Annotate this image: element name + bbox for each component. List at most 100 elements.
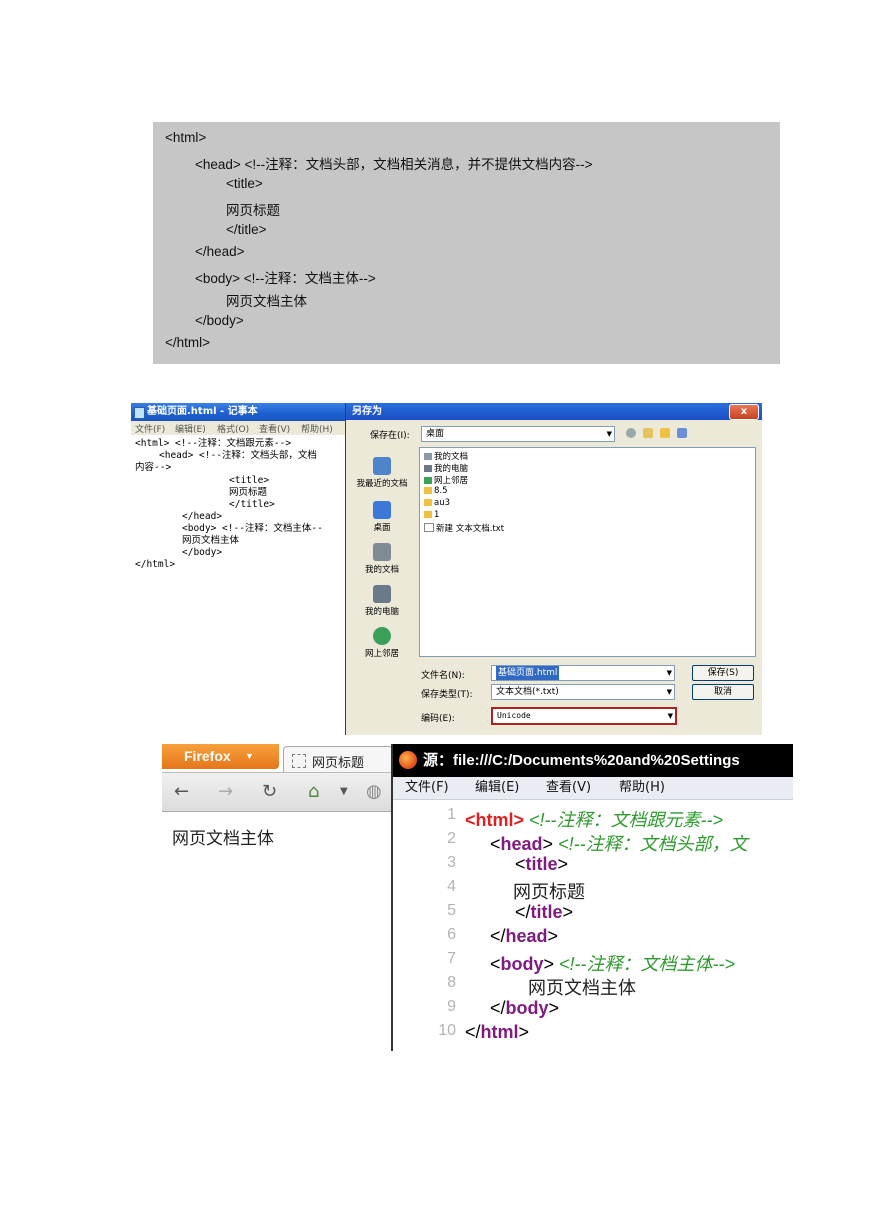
menu-file[interactable]: 文件(F) — [405, 777, 449, 799]
code-line: </body> — [195, 313, 244, 328]
folder-icon — [424, 511, 432, 518]
network-icon — [424, 477, 432, 484]
file-list[interactable]: 我的文档 我的电脑 网上邻居 8.5 au3 1 新建 文本文档.txt — [419, 447, 756, 657]
source-line: 10 </html> — [438, 1022, 530, 1042]
menu-view[interactable]: 查看(V) — [259, 422, 290, 435]
firefox-menu-button[interactable]: Firefox ▼ — [162, 744, 279, 769]
chevron-down-icon: ▼ — [667, 712, 673, 720]
view-menu-icon[interactable] — [677, 428, 687, 438]
home-icon[interactable]: ⌂ — [308, 781, 319, 802]
code-line: <html> — [165, 130, 207, 145]
list-item[interactable]: 我的文档 — [424, 450, 468, 462]
list-item[interactable]: 我的电脑 — [424, 462, 468, 474]
close-button[interactable]: x — [729, 404, 759, 420]
place-recent[interactable]: 我最近的文档 — [350, 457, 414, 489]
documents-icon — [424, 453, 432, 460]
folder-icon — [424, 487, 432, 494]
source-line: 3 <title> — [447, 854, 569, 874]
chevron-down-icon: ▼ — [245, 751, 254, 761]
menu-help[interactable]: 帮助(H) — [619, 777, 665, 799]
code-block: <html> <head> <!--注释：文档头部，文档相关消息，并不提供文档内… — [153, 122, 780, 364]
place-network[interactable]: 网上邻居 — [350, 627, 414, 659]
menu-edit[interactable]: 编辑(E) — [175, 422, 206, 435]
notepad-save-screenshot: 基础页面.html - 记事本 文件(F) 编辑(E) 格式(O) 查看(V) … — [131, 403, 762, 735]
up-folder-icon[interactable] — [643, 428, 653, 438]
save-in-select[interactable]: 桌面 ▼ — [421, 426, 615, 442]
list-item[interactable]: 网上邻居 — [424, 474, 468, 486]
filename-label: 文件名(N): — [421, 671, 465, 681]
menu-format[interactable]: 格式(O) — [217, 422, 249, 435]
source-line: 6 </head> — [447, 926, 559, 946]
new-folder-icon[interactable] — [660, 428, 670, 438]
filetype-value: 文本文档(*.txt) — [496, 687, 559, 697]
code-line: </title> — [226, 222, 267, 237]
forward-icon[interactable]: → — [218, 781, 233, 802]
place-desktop[interactable]: 桌面 — [350, 501, 414, 533]
dialog-title: 另存为 — [352, 406, 382, 417]
encoding-select[interactable]: Unicode ▼ — [491, 707, 677, 725]
code-line: <title> — [226, 176, 263, 191]
globe-icon: ◍ — [366, 781, 382, 802]
code-line: </html> — [165, 335, 211, 350]
reload-icon[interactable]: ↻ — [262, 781, 277, 802]
filetype-label: 保存类型(T): — [421, 690, 473, 700]
computer-icon — [373, 585, 391, 603]
source-line: 7 <body> <!--注释：文档主体--> — [447, 950, 736, 974]
text-line: </head> — [182, 511, 223, 522]
source-title: 源：file:///C:/Documents%20and%20Settings — [423, 752, 740, 769]
source-line: 8 网页文档主体 — [447, 974, 636, 998]
tab-page[interactable]: 网页标题 — [283, 746, 393, 773]
computer-icon — [424, 465, 432, 472]
text-line: <html> <!--注释：文档跟元素--> — [135, 438, 292, 449]
source-titlebar: 源：file:///C:/Documents%20and%20Settings — [393, 744, 793, 777]
folder-icon — [424, 499, 432, 506]
code-line: </head> — [195, 244, 245, 259]
save-button[interactable]: 保存(S) — [692, 665, 754, 681]
source-code: 1 <html> <!--注释：文档跟元素--> 2 <head> <!--注释… — [393, 800, 793, 1051]
text-line: <title> — [229, 475, 270, 486]
menu-edit[interactable]: 编辑(E) — [475, 777, 519, 799]
code-line: <head> <!--注释：文档头部，文档相关消息，并不提供文档内容--> — [195, 157, 593, 172]
navigation-toolbar: ← → ↻ ⌂ ▼ ◍ — [162, 772, 391, 812]
source-line: 9 </body> — [447, 998, 560, 1018]
source-line: 1 <html> <!--注释：文档跟元素--> — [447, 806, 724, 830]
places-bar: 我最近的文档 桌面 我的文档 我的电脑 网上邻居 — [350, 447, 414, 697]
chevron-down-icon: ▼ — [666, 688, 672, 696]
notepad-text-area[interactable]: <html> <!--注释：文档跟元素--> <head> <!--注释：文档头… — [131, 435, 343, 735]
save-in-value: 桌面 — [426, 429, 445, 439]
save-in-label: 保存在(I): — [370, 431, 410, 441]
menu-view[interactable]: 查看(V) — [546, 777, 591, 799]
list-item[interactable]: 8.5 — [424, 486, 448, 496]
text-line: </body> — [182, 547, 223, 558]
back-icon[interactable] — [626, 428, 636, 438]
save-as-dialog: 另存为 x 保存在(I): 桌面 ▼ 我最近的文档 桌面 我的文档 我的电脑 网… — [345, 403, 762, 735]
text-line: </title> — [229, 499, 275, 510]
filename-value: 基础页面.html — [496, 666, 560, 680]
firefox-source-screenshot: Firefox ▼ 网页标题 ← → ↻ ⌂ ▼ ◍ 网页文档主体 源：file… — [162, 744, 793, 1051]
notepad-icon — [134, 407, 145, 419]
code-line: 网页文档主体 — [226, 294, 307, 309]
source-line: 2 <head> <!--注释：文档头部，文 — [447, 830, 748, 854]
code-line: <body> <!--注释：文档主体--> — [195, 271, 376, 286]
menu-file[interactable]: 文件(F) — [135, 422, 165, 435]
filename-field[interactable]: 基础页面.html ▼ — [491, 665, 675, 681]
text-line: <body> <!--注释：文档主体-- — [182, 523, 323, 534]
list-item[interactable]: 1 — [424, 510, 439, 520]
source-line: 5 </title> — [447, 902, 574, 922]
back-icon[interactable]: ← — [174, 781, 189, 802]
list-item[interactable]: au3 — [424, 498, 450, 508]
chevron-down-icon[interactable]: ▼ — [340, 786, 348, 797]
place-documents[interactable]: 我的文档 — [350, 543, 414, 575]
menu-help[interactable]: 帮助(H) — [301, 422, 333, 435]
code-line: 网页标题 — [226, 203, 280, 218]
view-source-window: 源：file:///C:/Documents%20and%20Settings … — [391, 744, 793, 1051]
cancel-button[interactable]: 取消 — [692, 684, 754, 700]
place-computer[interactable]: 我的电脑 — [350, 585, 414, 617]
encoding-label: 编码(E): — [421, 714, 455, 724]
dialog-titlebar: 另存为 x — [346, 403, 762, 420]
filetype-select[interactable]: 文本文档(*.txt) ▼ — [491, 684, 675, 700]
list-item[interactable]: 新建 文本文档.txt — [424, 522, 504, 534]
page-body-text: 网页文档主体 — [172, 829, 274, 849]
source-menubar: 文件(F) 编辑(E) 查看(V) 帮助(H) — [393, 777, 793, 800]
notepad-title: 基础页面.html - 记事本 — [147, 406, 258, 417]
